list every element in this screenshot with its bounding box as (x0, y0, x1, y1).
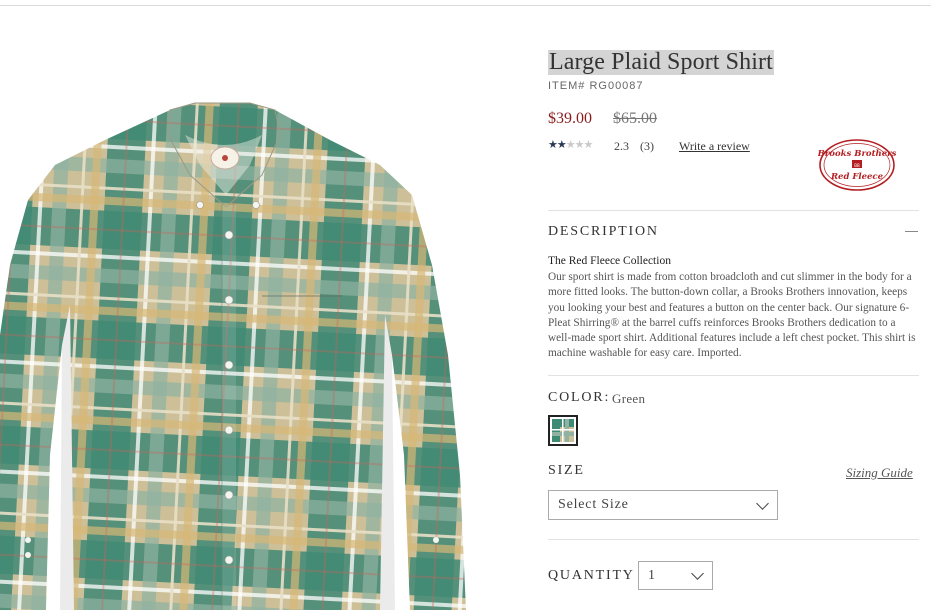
quantity-value: 1 (648, 568, 655, 583)
svg-text:Brooks Brothers: Brooks Brothers (818, 149, 896, 159)
star-icon: ★ (548, 139, 558, 151)
item-number: ITEM# RG00087 (548, 80, 644, 92)
description-heading[interactable]: DESCRIPTION (548, 224, 659, 240)
star-icon: ★ (574, 139, 585, 151)
product-title: Large Plaid Sport Shirt (548, 49, 774, 75)
color-label: COLOR: (548, 390, 611, 405)
quantity-label: QUANTITY (548, 568, 635, 583)
current-price: $39.00 (548, 110, 592, 127)
description-subheading: The Red Fleece Collection (548, 255, 671, 267)
chevron-down-icon (756, 497, 769, 510)
rating-value: 2.3 (614, 139, 629, 153)
svg-text:BB: BB (854, 163, 860, 168)
color-selected-value: Green (612, 391, 646, 406)
write-review-link[interactable]: Write a review (679, 139, 750, 154)
star-icon: ★ (556, 139, 567, 151)
collapse-minus-icon[interactable] (905, 231, 918, 232)
divider (548, 539, 919, 540)
rating-stars: ★★★★★ (548, 138, 594, 151)
header-divider (0, 5, 931, 6)
product-image (0, 95, 470, 610)
size-label: SIZE (548, 463, 585, 478)
chevron-down-icon (691, 567, 704, 580)
review-count: (3) (640, 139, 654, 153)
sizing-guide-link[interactable]: Sizing Guide (846, 465, 913, 481)
size-select-placeholder: Select Size (558, 497, 629, 512)
star-icon: ★ (565, 139, 576, 151)
size-select[interactable]: Select Size (548, 490, 778, 520)
original-price: $65.00 (613, 110, 657, 127)
color-swatch-green[interactable] (548, 415, 578, 446)
star-icon: ★ (583, 139, 594, 151)
svg-text:Red Fleece: Red Fleece (830, 172, 884, 182)
divider (548, 375, 919, 376)
quantity-select[interactable]: 1 (638, 561, 713, 590)
divider (548, 210, 919, 211)
description-body: Our sport shirt is made from cotton broa… (548, 271, 916, 360)
brand-logo: Brooks Brothers BB Red Fleece (817, 138, 897, 192)
